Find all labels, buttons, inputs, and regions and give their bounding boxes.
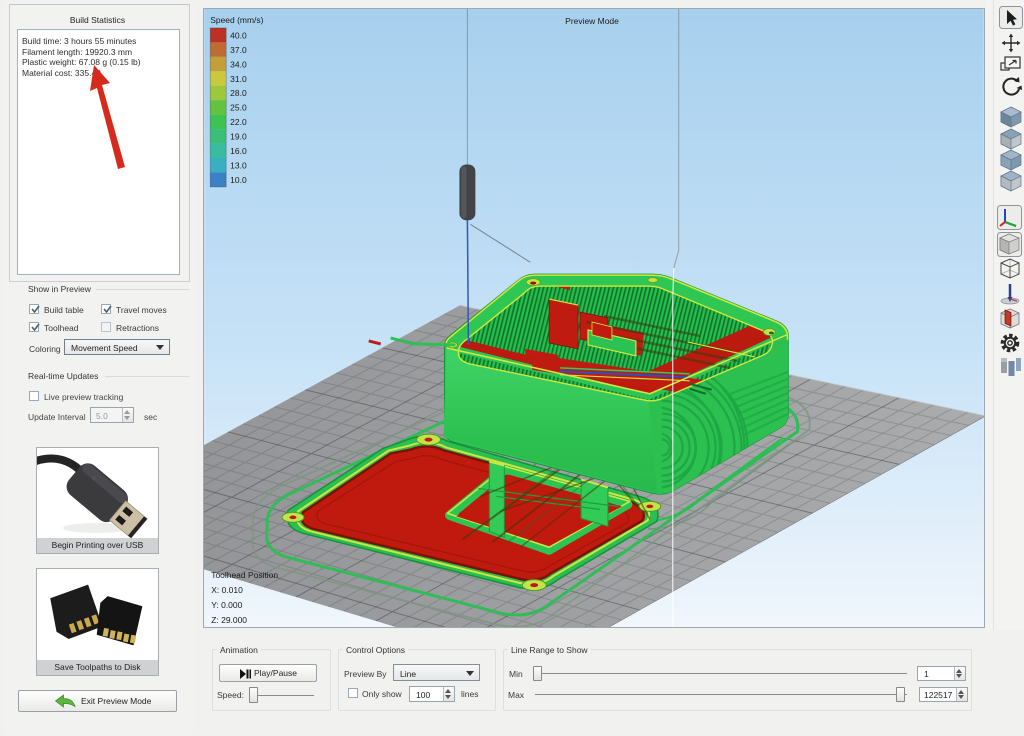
svg-text:28.0: 28.0	[230, 88, 247, 98]
svg-text:Toolhead Position: Toolhead Position	[211, 570, 278, 580]
svg-text:40.0: 40.0	[230, 30, 247, 40]
svg-text:19.0: 19.0	[230, 132, 247, 142]
svg-text:Z: 29.000: Z: 29.000	[211, 615, 247, 625]
svg-text:Y: 0.000: Y: 0.000	[211, 600, 242, 610]
svg-text:34.0: 34.0	[230, 59, 247, 69]
svg-text:Speed (mm/s): Speed (mm/s)	[210, 15, 263, 25]
svg-text:25.0: 25.0	[230, 103, 247, 113]
svg-text:Preview Mode: Preview Mode	[565, 16, 619, 26]
svg-text:10.0: 10.0	[230, 175, 247, 185]
svg-text:X: 0.010: X: 0.010	[211, 585, 243, 595]
svg-text:22.0: 22.0	[230, 117, 247, 127]
svg-text:31.0: 31.0	[230, 74, 247, 84]
svg-text:37.0: 37.0	[230, 45, 247, 55]
svg-text:13.0: 13.0	[230, 160, 247, 170]
svg-text:16.0: 16.0	[230, 146, 247, 156]
